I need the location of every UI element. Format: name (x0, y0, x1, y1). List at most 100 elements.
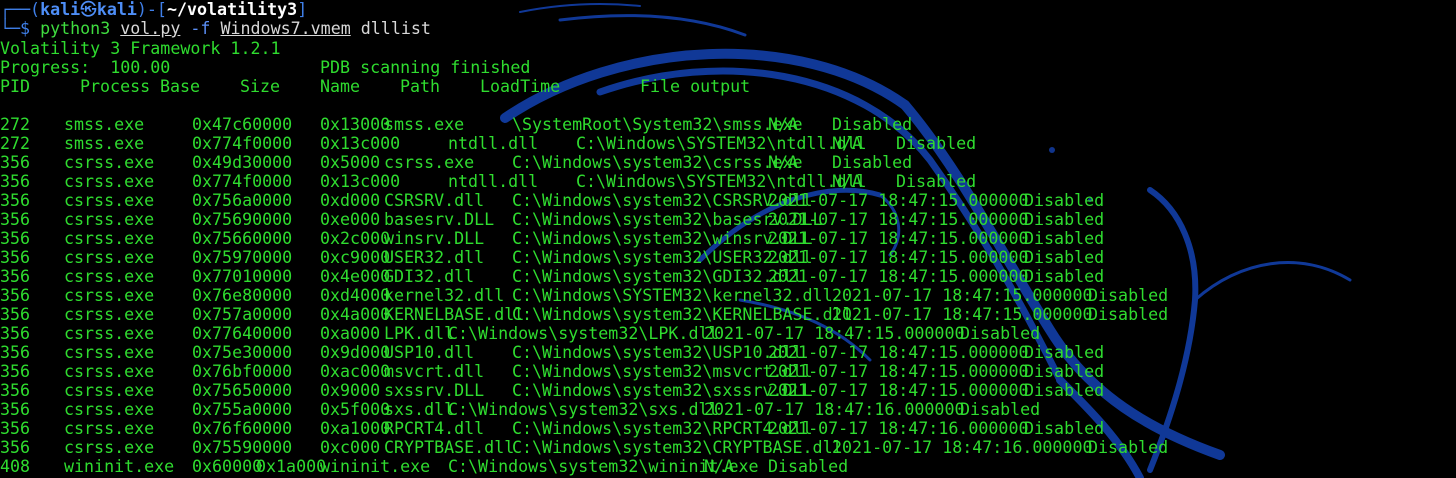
row-size: 0xc000 (320, 438, 381, 457)
row-name: ntdll.dll (448, 172, 539, 191)
row-path: C:\Windows\SYSTEM32\kernel32.dll (512, 286, 833, 305)
row-name: USER32.dll (384, 248, 485, 267)
table-row: 356 csrss.exe 0x75690000 0xe000 basesrv.DLL C… (0, 210, 1456, 229)
row-process: csrss.exe (64, 248, 155, 267)
row-name: winsrv.DLL (384, 229, 485, 248)
row-size: 0x13c000 (320, 172, 401, 191)
row-name: USP10.dll (384, 343, 475, 362)
row-path: C:\Windows\SYSTEM32\ntdll.dll (576, 134, 867, 153)
row-loadtime: 2021-07-17 18:47:15.000000 (768, 248, 1029, 267)
row-name: GDI32.dll (384, 267, 475, 286)
prompt-host: kali (96, 0, 137, 19)
prompt-path-open: )-[ (136, 0, 167, 19)
row-loadtime: N/A (768, 153, 799, 172)
row-loadtime: 2021-07-17 18:47:16.000000 (704, 400, 965, 419)
row-file-output: Disabled (1024, 229, 1105, 248)
row-loadtime: 2021-07-17 18:47:15.000000 (832, 286, 1093, 305)
row-base: 0x47c60000 (192, 115, 293, 134)
row-loadtime: 2021-07-17 18:47:15.000000 (768, 362, 1029, 381)
row-path: C:\Windows\system32\sxs.dll (448, 400, 719, 419)
row-name: RPCRT4.dll (384, 419, 485, 438)
row-process: csrss.exe (64, 191, 155, 210)
row-file-output: Disabled (1024, 381, 1105, 400)
row-file-output: Disabled (1024, 210, 1105, 229)
row-loadtime: 2021-07-17 18:47:15.000000 (704, 324, 965, 343)
table-row: 272 smss.exe 0x774f0000 0x13c000 ntdll.dll C:… (0, 134, 1456, 153)
row-process: csrss.exe (64, 267, 155, 286)
row-size: 0xac000 (320, 362, 391, 381)
table-row: 356 csrss.exe 0x76f60000 0xa1000 RPCRT4.dll C… (0, 419, 1456, 438)
row-base: 0x77640000 (192, 324, 293, 343)
row-base: 0x77010000 (192, 267, 293, 286)
row-base: 0x60000 (192, 457, 263, 476)
row-base: 0x49d30000 (192, 153, 293, 172)
row-pid: 356 (0, 362, 31, 381)
row-name: sxssrv.DLL (384, 381, 485, 400)
table-header: PID Process Base Size Name Path LoadTime File o… (0, 77, 1456, 96)
row-process: csrss.exe (64, 286, 155, 305)
row-base: 0x75e30000 (192, 343, 293, 362)
command-flag: -f (190, 19, 211, 38)
row-file-output: Disabled (1024, 191, 1105, 210)
prompt-corner-top: ┌──( (0, 0, 41, 19)
terminal-window[interactable]: ┌──(kali㉿kali)-[~/volatility3] └─$ pytho… (0, 0, 1456, 478)
row-name: ntdll.dll (448, 134, 539, 153)
header-size: Size (240, 77, 281, 96)
row-path: C:\Windows\system32\LPK.dll (448, 324, 719, 343)
table-row: 356 csrss.exe 0x77010000 0x4e000 GDI32.dll C:… (0, 267, 1456, 286)
row-process: csrss.exe (64, 210, 155, 229)
row-path: C:\Windows\system32\KERNELBASE.dll (512, 305, 853, 324)
row-path: C:\Windows\system32\USP10.dll (512, 343, 803, 362)
row-base: 0x76f60000 (192, 419, 293, 438)
row-name: msvcrt.dll (384, 362, 485, 381)
row-file-output: Disabled (960, 324, 1041, 343)
row-base: 0x75690000 (192, 210, 293, 229)
row-process: csrss.exe (64, 153, 155, 172)
header-pid: PID (0, 77, 31, 96)
prompt-path-close: ] (297, 0, 308, 19)
row-size: 0x13c000 (320, 134, 401, 153)
row-size: 0xa000 (320, 324, 381, 343)
row-name: sxs.dll (384, 400, 455, 419)
table-row: 356 csrss.exe 0x49d30000 0x5000 csrss.exe C:\… (0, 153, 1456, 172)
row-loadtime: 2021-07-17 18:47:15.000000 (768, 381, 1029, 400)
header-process: Process (80, 77, 151, 96)
table-row: 356 csrss.exe 0x757a0000 0x4a000 KERNELBASE.… (0, 305, 1456, 324)
table-row: 356 csrss.exe 0x756a0000 0xd000 CSRSRV.dll C:… (0, 191, 1456, 210)
row-file-output: Disabled (960, 400, 1041, 419)
table-row: 272 smss.exe 0x47c60000 0x13000 smss.exe \Sys… (0, 115, 1456, 134)
row-pid: 356 (0, 305, 31, 324)
row-size: 0xc9000 (320, 248, 391, 267)
prompt-header-line: ┌──(kali㉿kali)-[~/volatility3] (0, 0, 1456, 19)
row-loadtime: N/A (832, 172, 863, 191)
row-base: 0x76bf0000 (192, 362, 293, 381)
row-base: 0x75970000 (192, 248, 293, 267)
command-line[interactable]: └─$ python3 vol.py -f Windows7.vmem dlll… (0, 19, 1456, 39)
row-path: C:\Windows\system32\CRYPTBASE.dll (512, 438, 843, 457)
row-size: 0x4a000 (320, 305, 391, 324)
row-base: 0x75590000 (192, 438, 293, 457)
row-size: 0xd4000 (320, 286, 391, 305)
row-loadtime: N/A (832, 134, 863, 153)
command-plugin: dlllist (360, 19, 431, 38)
row-size: 0xd000 (320, 191, 381, 210)
row-process: csrss.exe (64, 343, 155, 362)
row-process: smss.exe (64, 134, 145, 153)
row-size: 0x9000 (320, 381, 381, 400)
row-name: CRYPTBASE.dll (384, 438, 515, 457)
row-file-output: Disabled (768, 457, 849, 476)
row-loadtime: 2021-07-17 18:47:15.000000 (768, 229, 1029, 248)
row-loadtime: 2021-07-17 18:47:15.000000 (768, 210, 1029, 229)
row-base: 0x757a0000 (192, 305, 293, 324)
table-row: 356 csrss.exe 0x774f0000 0x13c000 ntdll.dll C… (0, 172, 1456, 191)
table-row: 356 csrss.exe 0x75e30000 0x9d000 USP10.dll C:… (0, 343, 1456, 362)
row-file-output: Disabled (896, 172, 977, 191)
prompt-cwd: ~/volatility3 (166, 0, 298, 19)
table-row: 356 csrss.exe 0x75660000 0x2c000 winsrv.DLL C… (0, 229, 1456, 248)
table-row: 356 csrss.exe 0x75590000 0xc000 CRYPTBASE.dl… (0, 438, 1456, 457)
row-file-output: Disabled (1024, 343, 1105, 362)
row-path: C:\Windows\system32\csrss.exe (512, 153, 803, 172)
row-file-output: Disabled (1088, 438, 1169, 457)
row-pid: 356 (0, 400, 31, 419)
row-name: csrss.exe (384, 153, 475, 172)
